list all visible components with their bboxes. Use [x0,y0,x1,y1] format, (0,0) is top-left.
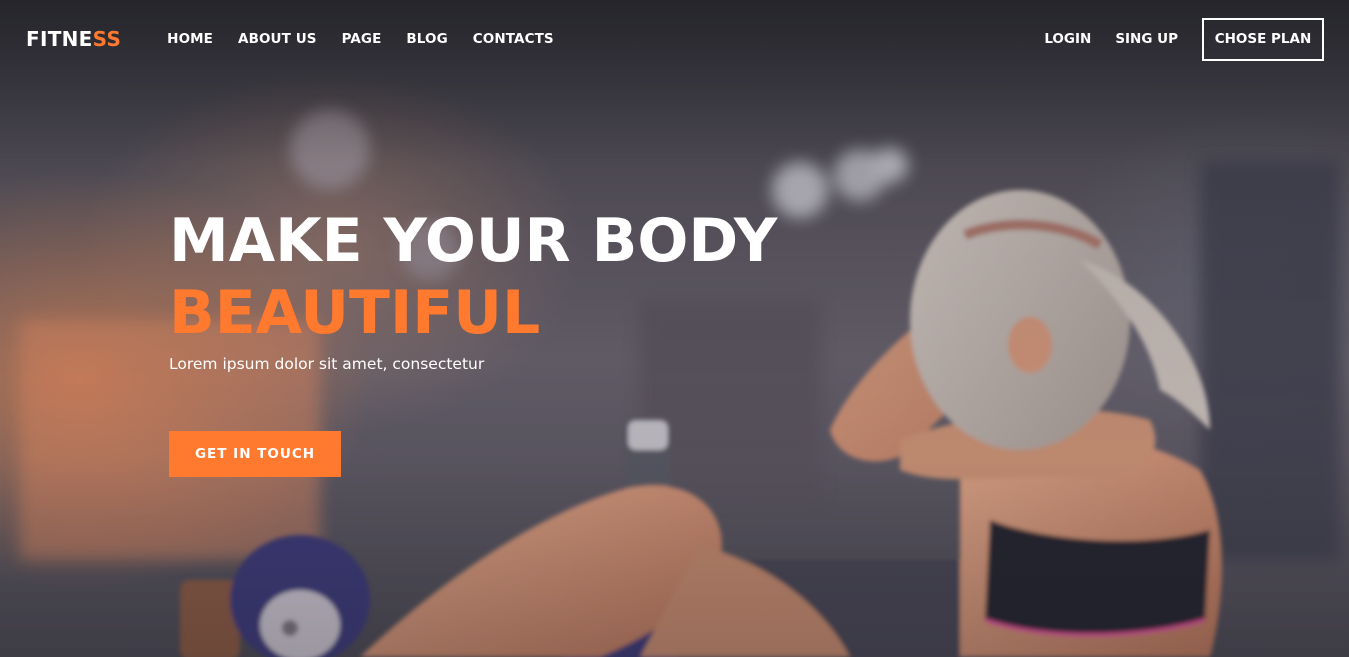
header-actions: LOGIN SING UP CHOSE PLAN [1044,17,1324,61]
hero-section: FITNESS HOME ABOUT US PAGE BLOG CONTACTS… [0,0,1349,657]
nav-item-contacts[interactable]: CONTACTS [473,31,554,47]
hero-headline-line1: MAKE YOUR BODY [169,206,778,276]
hero-content: MAKE YOUR BODY BEAUTIFUL Lorem ipsum dol… [169,205,777,477]
signup-link[interactable]: SING UP [1115,31,1178,47]
brand-logo[interactable]: FITNESS [26,27,121,51]
get-in-touch-button[interactable]: GET IN TOUCH [169,431,341,477]
nav-item-blog[interactable]: BLOG [406,31,447,47]
site-header: FITNESS HOME ABOUT US PAGE BLOG CONTACTS… [0,0,1349,78]
hero-subtitle: Lorem ipsum dolor sit amet, consectetur [169,355,485,373]
nav-item-home[interactable]: HOME [167,31,213,47]
choose-plan-button[interactable]: CHOSE PLAN [1202,17,1324,61]
logo-text-main: FITNE [26,27,93,51]
login-link[interactable]: LOGIN [1044,31,1091,47]
main-nav: HOME ABOUT US PAGE BLOG CONTACTS [167,31,579,47]
logo-text-accent: SS [92,27,122,51]
nav-item-about-us[interactable]: ABOUT US [238,31,317,47]
hero-headline-line2: BEAUTIFUL [169,278,541,348]
nav-item-page[interactable]: PAGE [342,31,382,47]
